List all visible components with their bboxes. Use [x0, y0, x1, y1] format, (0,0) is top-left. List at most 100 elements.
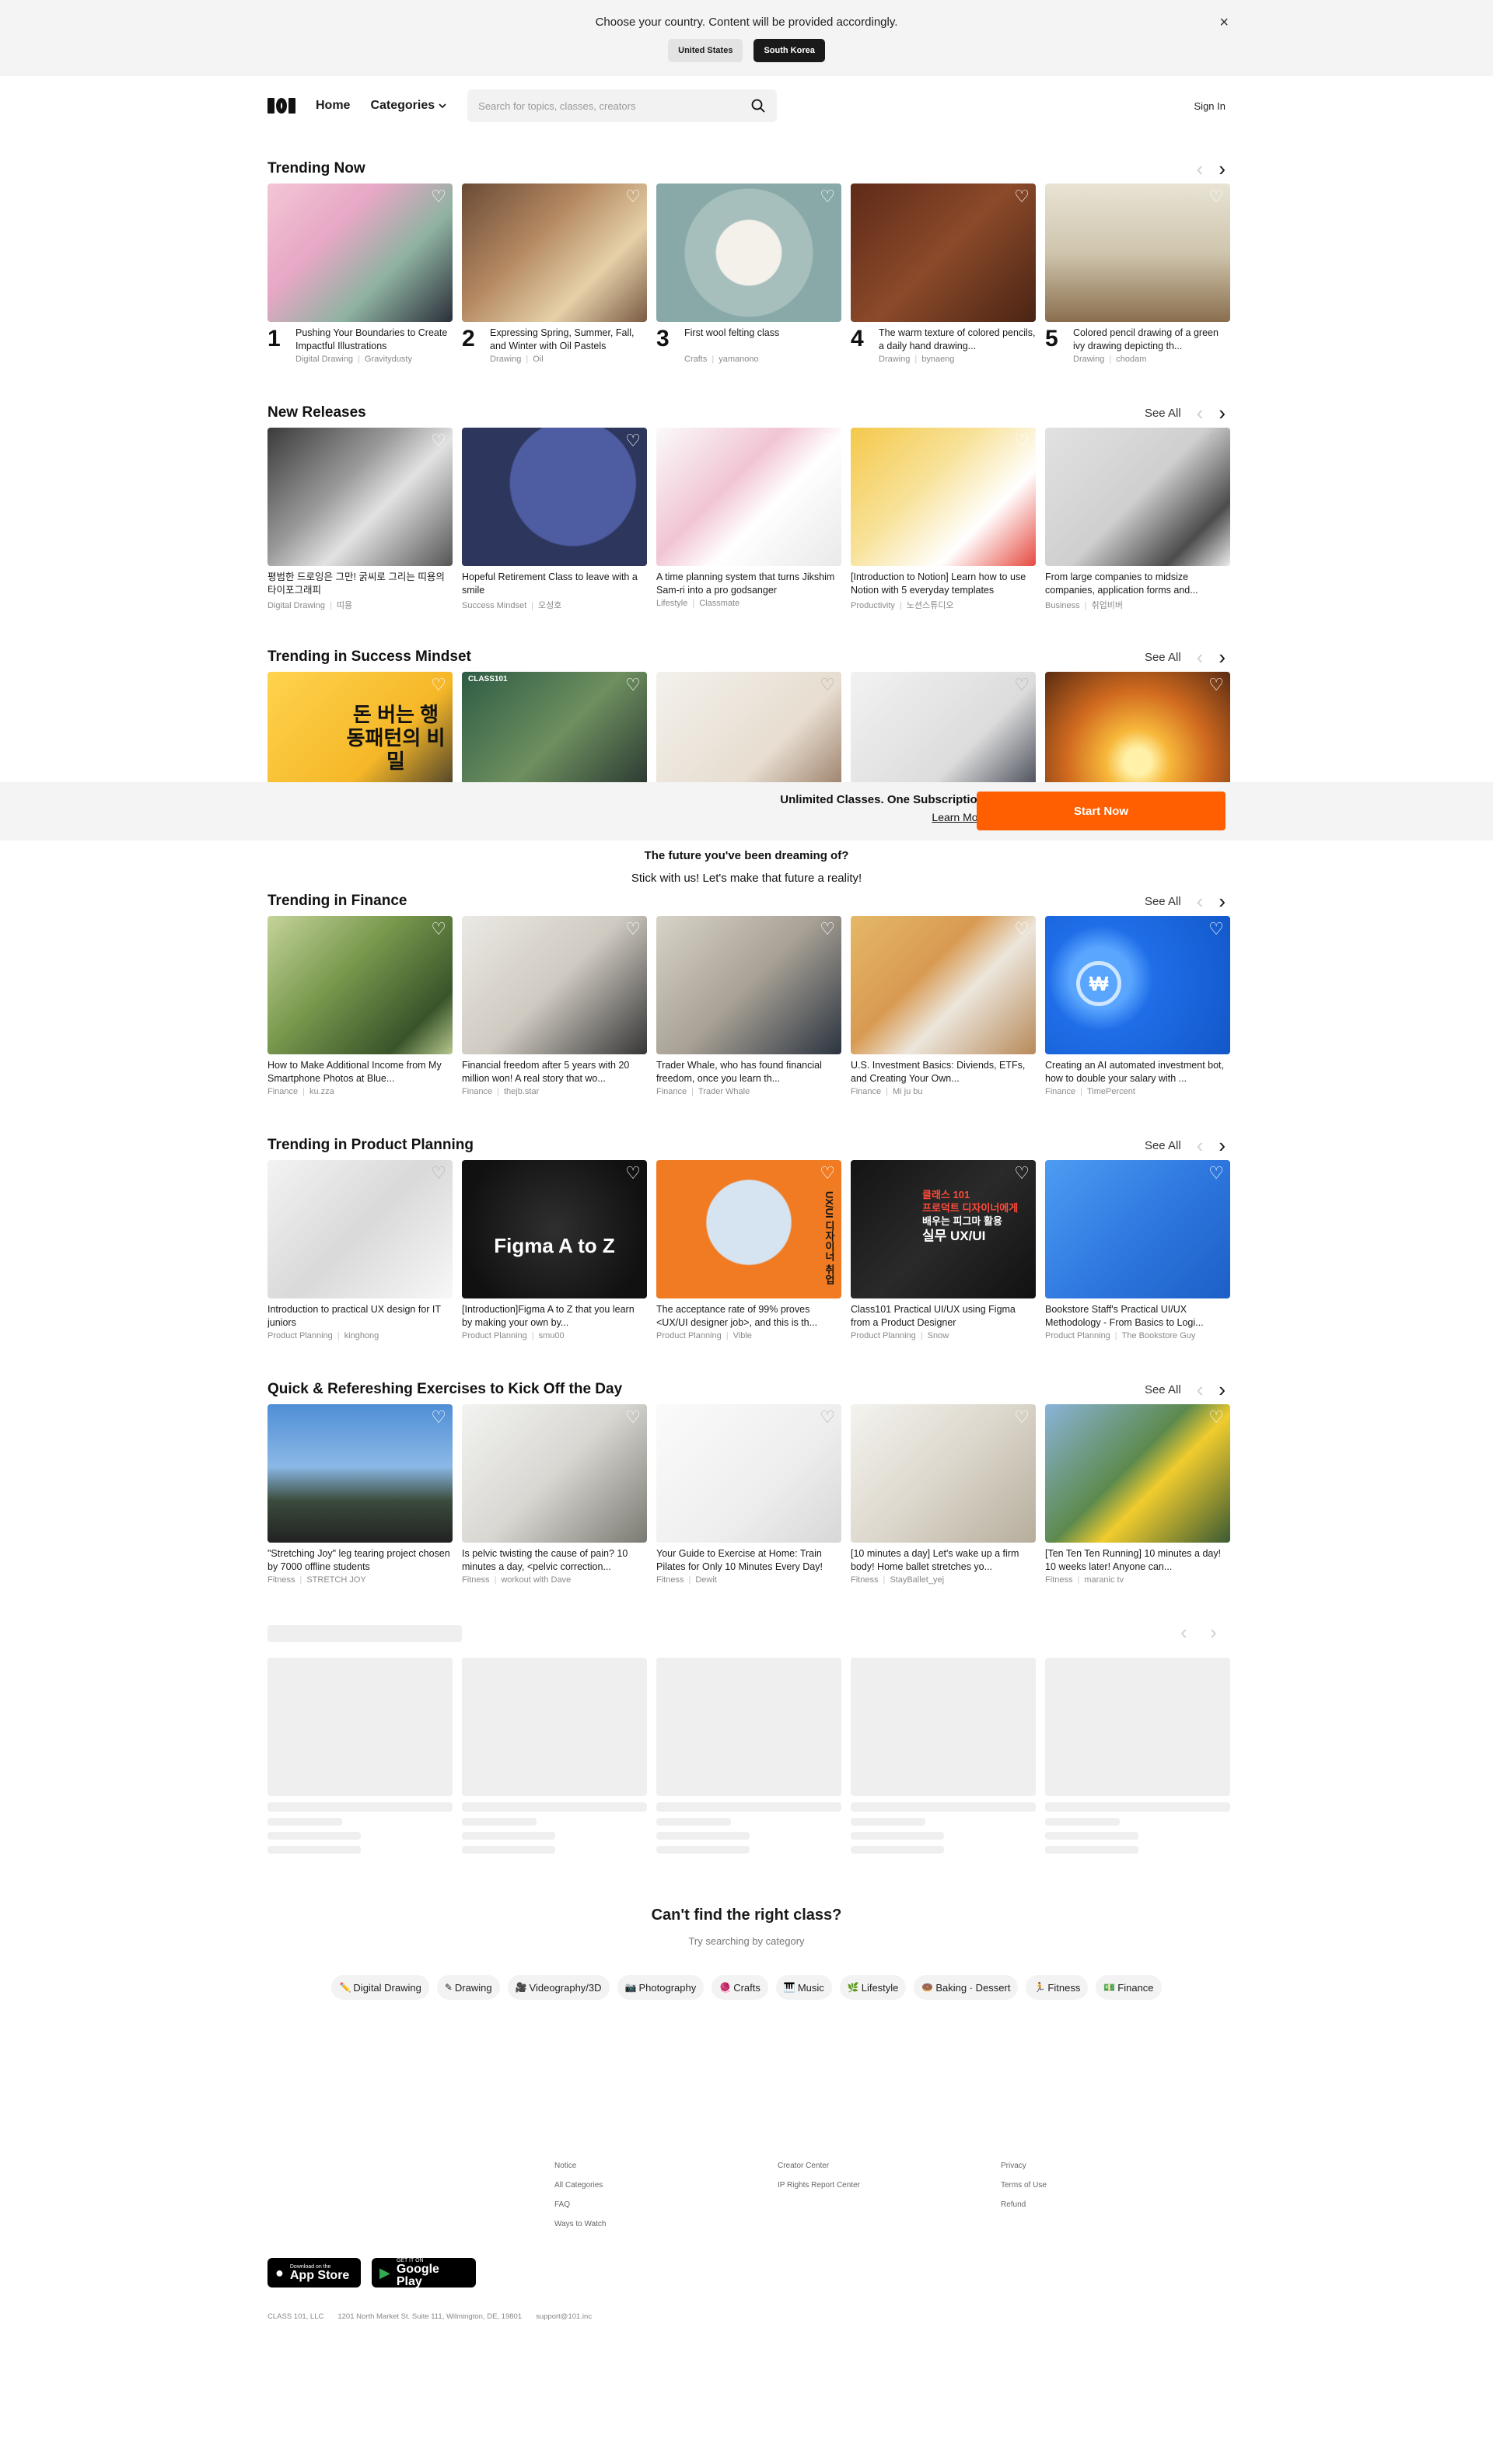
search-icon[interactable]: [750, 98, 766, 114]
footer-link[interactable]: IP Rights Report Center: [778, 2181, 860, 2190]
heart-icon[interactable]: ♡: [820, 1165, 835, 1182]
footer-link[interactable]: All Categories: [554, 2181, 607, 2190]
class-card[interactable]: ♡ Figma A to Z [Introduction]Figma A to …: [462, 1160, 647, 1340]
chevron-left-icon[interactable]: ‹: [1197, 1379, 1204, 1400]
class-card[interactable]: ♡ Trader Whale, who has found financial …: [656, 916, 841, 1096]
footer-link[interactable]: Creator Center: [778, 2162, 860, 2170]
class-card[interactable]: ♡ Introduction to practical UX design fo…: [267, 1160, 453, 1340]
see-all-link[interactable]: See All: [1145, 407, 1181, 420]
class-card[interactable]: ♡ A time planning system that turns Jiks…: [656, 428, 841, 611]
support-email[interactable]: support@101.inc: [536, 2312, 592, 2321]
heart-icon[interactable]: ♡: [431, 432, 446, 449]
heart-icon[interactable]: ♡: [820, 676, 835, 694]
footer-link[interactable]: Refund: [1001, 2200, 1047, 2209]
heart-icon[interactable]: ♡: [1208, 921, 1224, 938]
footer-link[interactable]: Notice: [554, 2162, 607, 2170]
heart-icon[interactable]: ♡: [1014, 1165, 1030, 1182]
heart-icon[interactable]: ♡: [820, 432, 835, 449]
see-all-link[interactable]: See All: [1145, 1383, 1181, 1396]
see-all-link[interactable]: See All: [1145, 1139, 1181, 1152]
class-card[interactable]: ♡ [Introduction to Notion] Learn how to …: [851, 428, 1036, 611]
heart-icon[interactable]: ♡: [431, 921, 446, 938]
category-chip[interactable]: 🍩 Baking · Dessert: [914, 1975, 1019, 2000]
class-card[interactable]: ♡ 4 The warm texture of colored pencils, …: [851, 183, 1036, 364]
heart-icon[interactable]: ♡: [820, 188, 835, 205]
class101-logo[interactable]: [267, 98, 295, 114]
category-chip[interactable]: 🎹 Music: [775, 1975, 832, 2000]
see-all-link[interactable]: See All: [1145, 651, 1181, 664]
chevron-right-icon[interactable]: ›: [1219, 1135, 1226, 1155]
heart-icon[interactable]: ♡: [625, 1165, 641, 1182]
close-icon[interactable]: ×: [1219, 14, 1229, 32]
heart-icon[interactable]: ♡: [1014, 188, 1030, 205]
nav-home[interactable]: Home: [316, 99, 350, 113]
heart-icon[interactable]: ♡: [625, 188, 641, 205]
class-card[interactable]: ♡ UX/UI 디자이너 취업 The acceptance rate of 9…: [656, 1160, 841, 1340]
category-chip[interactable]: 🏃 Fitness: [1026, 1975, 1089, 2000]
heart-icon[interactable]: ♡: [1208, 676, 1224, 694]
class-card[interactable]: ♡ 5 Colored pencil drawing of a green ivy…: [1045, 183, 1230, 364]
sign-in-link[interactable]: Sign In: [1194, 100, 1226, 112]
category-chip[interactable]: ✏️ Digital Drawing: [331, 1975, 429, 2000]
class-card[interactable]: ♡ ₩ Creating an AI automated investment …: [1045, 916, 1230, 1096]
heart-icon[interactable]: ♡: [431, 1409, 446, 1426]
class-card[interactable]: ♡ 1 Pushing Your Boundaries to Create Imp…: [267, 183, 453, 364]
chevron-right-icon[interactable]: ›: [1219, 159, 1226, 179]
footer-link[interactable]: FAQ: [554, 2200, 607, 2209]
search-input[interactable]: [478, 100, 751, 112]
class-card[interactable]: ♡ How to Make Additional Income from My …: [267, 916, 453, 1096]
class-card[interactable]: ♡ [Ten Ten Ten Running] 10 minutes a day…: [1045, 1404, 1230, 1585]
footer-link[interactable]: Terms of Use: [1001, 2181, 1047, 2190]
heart-icon[interactable]: ♡: [1014, 676, 1030, 694]
heart-icon[interactable]: ♡: [820, 921, 835, 938]
heart-icon[interactable]: ♡: [1014, 1409, 1030, 1426]
footer-link[interactable]: Ways to Watch: [554, 2220, 607, 2228]
class-card[interactable]: ♡ [10 minutes a day] Let's wake up a fir…: [851, 1404, 1036, 1585]
chevron-left-icon[interactable]: ‹: [1197, 159, 1204, 179]
footer-link[interactable]: Privacy: [1001, 2162, 1047, 2170]
nav-categories[interactable]: Categories: [370, 99, 447, 113]
app-store-badge[interactable]: ● Download on the App Store: [267, 2258, 361, 2288]
category-chip[interactable]: 📷 Photography: [617, 1975, 705, 2000]
chevron-left-icon[interactable]: ‹: [1197, 403, 1204, 423]
chevron-right-icon[interactable]: ›: [1219, 1379, 1226, 1400]
country-option-us[interactable]: United States: [668, 39, 743, 62]
heart-icon[interactable]: ♡: [1014, 921, 1030, 938]
heart-icon[interactable]: ♡: [625, 921, 641, 938]
category-chip[interactable]: 🌿 Lifestyle: [839, 1975, 907, 2000]
start-now-button[interactable]: Start Now: [977, 792, 1226, 830]
heart-icon[interactable]: ♡: [431, 676, 446, 694]
chevron-right-icon[interactable]: ›: [1219, 891, 1226, 911]
chevron-right-icon[interactable]: ›: [1219, 403, 1226, 423]
category-chip[interactable]: 🧶 Crafts: [712, 1975, 768, 2000]
category-chip[interactable]: 💵 Finance: [1096, 1975, 1162, 2000]
google-play-badge[interactable]: ▶ GET IT ON Google Play: [372, 2258, 476, 2288]
class-card[interactable]: ♡ 클래스 101 프로덕트 디자이너에게 배우는 피그마 활용 실무 UX/U…: [851, 1160, 1036, 1340]
heart-icon[interactable]: ♡: [625, 432, 641, 449]
class-card[interactable]: ♡ Your Guide to Exercise at Home: Train …: [656, 1404, 841, 1585]
heart-icon[interactable]: ♡: [820, 1409, 835, 1426]
class-card[interactable]: ♡ Financial freedom after 5 years with 2…: [462, 916, 647, 1096]
country-option-kr[interactable]: South Korea: [753, 39, 825, 62]
heart-icon[interactable]: ♡: [1208, 432, 1224, 449]
class-card[interactable]: ♡ 2 Expressing Spring, Summer, Fall, and …: [462, 183, 647, 364]
chevron-left-icon[interactable]: ‹: [1197, 1135, 1204, 1155]
see-all-link[interactable]: See All: [1145, 895, 1181, 908]
category-chip[interactable]: ✎ Drawing: [436, 1975, 500, 2000]
category-chip[interactable]: 🎥 Videography/3D: [507, 1975, 610, 2000]
class-card[interactable]: ♡ Bookstore Staff's Practical UI/UX Meth…: [1045, 1160, 1230, 1340]
class-card[interactable]: ♡ 3 First wool felting class Crafts | yamano…: [656, 183, 841, 364]
class-card[interactable]: ♡ "Stretching Joy" leg tearing project c…: [267, 1404, 453, 1585]
heart-icon[interactable]: ♡: [1208, 1165, 1224, 1182]
heart-icon[interactable]: ♡: [1208, 188, 1224, 205]
heart-icon[interactable]: ♡: [625, 676, 641, 694]
heart-icon[interactable]: ♡: [625, 1409, 641, 1426]
class-card[interactable]: ♡ From large companies to midsize compan…: [1045, 428, 1230, 611]
heart-icon[interactable]: ♡: [431, 188, 446, 205]
class-card[interactable]: ♡ U.S. Investment Basics: Diviends, ETFs…: [851, 916, 1036, 1096]
heart-icon[interactable]: ♡: [1208, 1409, 1224, 1426]
chevron-left-icon[interactable]: ‹: [1197, 647, 1204, 667]
heart-icon[interactable]: ♡: [1014, 432, 1030, 449]
chevron-left-icon[interactable]: ‹: [1197, 891, 1204, 911]
class-card[interactable]: ♡ Hopeful Retirement Class to leave with…: [462, 428, 647, 611]
